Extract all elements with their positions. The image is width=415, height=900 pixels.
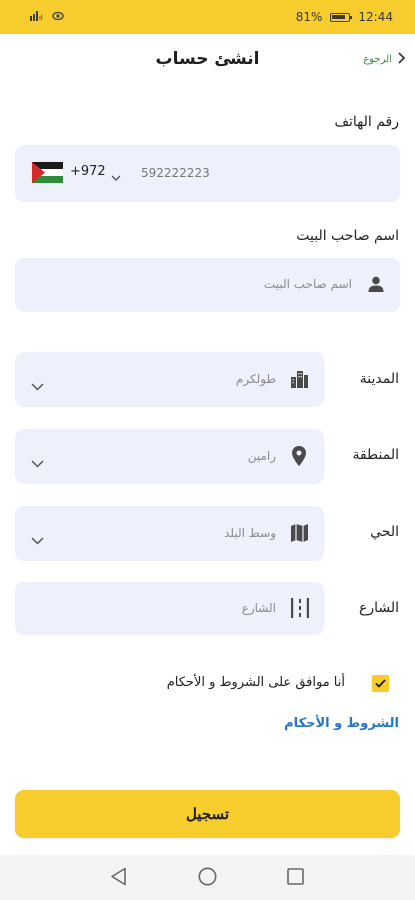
neighborhood-select[interactable]: وسط البلد — [15, 506, 324, 561]
status-right: 81% 12:44 — [296, 10, 393, 24]
region-label: المنطقة — [352, 447, 399, 463]
street-label: الشارع — [358, 600, 399, 616]
street-icon — [290, 598, 310, 618]
city-select[interactable]: طولكرم — [15, 352, 324, 407]
terms-agree-text: أنا موافق على الشروط و الأحكام — [166, 675, 345, 690]
check-icon — [375, 679, 386, 688]
location-pin-icon — [292, 446, 306, 466]
sim-icon: ıl — [30, 10, 46, 24]
chevron-right-icon — [397, 52, 406, 67]
owner-name-placeholder: اسم صاحب البيت — [263, 277, 352, 291]
page-title: انشئ حساب — [155, 49, 260, 69]
register-button[interactable]: تسجيل — [15, 790, 400, 838]
terms-link[interactable]: الشروط و الأحكام — [284, 716, 399, 731]
phone-field[interactable]: 592222223 +972 — [15, 145, 400, 202]
eye-comfort-icon — [52, 11, 64, 24]
region-select[interactable]: رامين — [15, 429, 324, 484]
city-buildings-icon — [290, 370, 309, 388]
home-nav-icon[interactable] — [198, 867, 217, 890]
neighborhood-label: الحي — [370, 524, 399, 540]
svg-text:ıl: ıl — [39, 15, 43, 21]
terms-checkbox[interactable] — [372, 675, 389, 692]
city-value: طولكرم — [235, 372, 276, 386]
map-icon — [290, 524, 309, 542]
owner-name-input[interactable]: اسم صاحب البيت — [15, 258, 400, 312]
back-button[interactable]: الرجوع — [363, 52, 406, 67]
back-label: الرجوع — [363, 54, 392, 65]
status-left-icons: ıl — [30, 10, 64, 24]
country-code[interactable]: +972 — [70, 164, 106, 179]
region-value: رامين — [247, 449, 276, 463]
chevron-down-icon[interactable] — [111, 167, 121, 186]
back-nav-icon[interactable] — [110, 867, 127, 890]
palestine-flag-icon — [32, 162, 63, 187]
chevron-down-icon — [31, 530, 44, 549]
street-placeholder: الشارع — [241, 601, 276, 615]
clock: 12:44 — [358, 10, 393, 24]
recents-nav-icon[interactable] — [287, 868, 304, 889]
chevron-down-icon — [31, 376, 44, 395]
street-input[interactable]: الشارع — [15, 582, 324, 635]
battery-icon — [330, 12, 353, 22]
owner-name-label: اسم صاحب البيت — [296, 228, 399, 244]
phone-number: 592222223 — [141, 166, 210, 180]
city-label: المدينة — [359, 371, 399, 387]
battery-percent: 81% — [295, 10, 323, 24]
person-icon — [367, 275, 385, 293]
chevron-down-icon — [31, 453, 44, 472]
phone-label: رقم الهاتف — [334, 114, 399, 130]
neighborhood-value: وسط البلد — [224, 526, 276, 540]
